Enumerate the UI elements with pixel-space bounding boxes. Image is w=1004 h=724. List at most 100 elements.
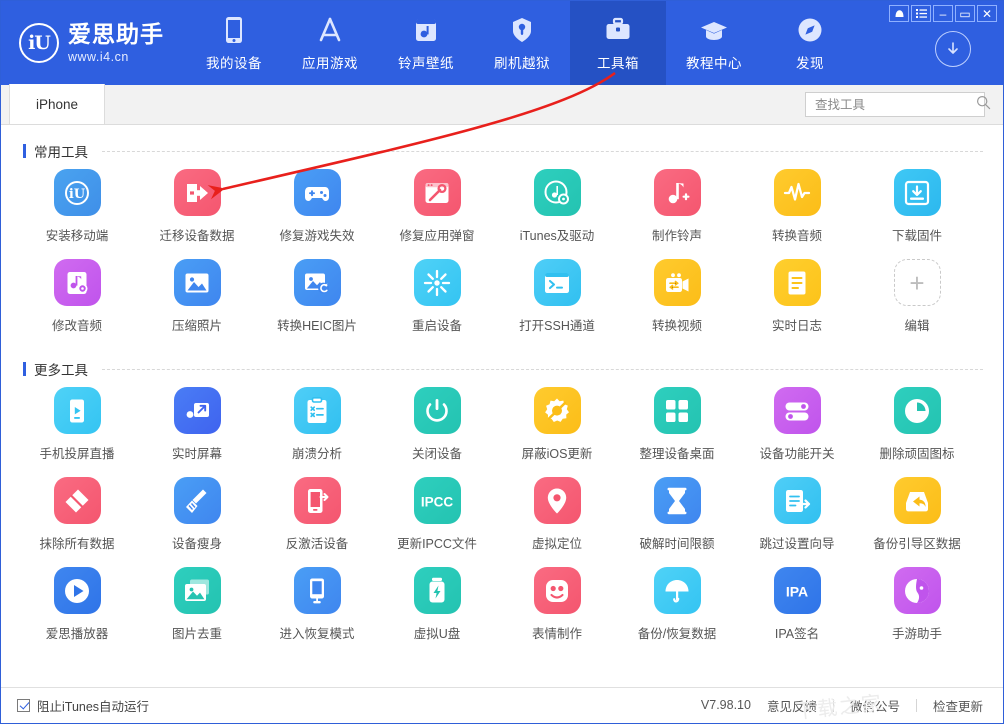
tool-item[interactable]: 破解时间限额 bbox=[617, 471, 737, 561]
tool-label: 表情制作 bbox=[531, 627, 582, 641]
check-update-link[interactable]: 检查更新 bbox=[933, 696, 983, 715]
tool-item[interactable]: iU 安装移动端 bbox=[17, 163, 137, 253]
tool-item[interactable]: 备份/恢复数据 bbox=[617, 561, 737, 651]
clock-icon bbox=[893, 387, 941, 434]
watermark: 下载之家 bbox=[794, 690, 885, 724]
checkbox-label: 阻止iTunes自动运行 bbox=[37, 699, 150, 714]
tool-label: 实时日志 bbox=[771, 319, 822, 333]
svg-text:IPA: IPA bbox=[786, 583, 808, 599]
tool-item[interactable]: 实时屏幕 bbox=[137, 381, 257, 471]
tool-item[interactable]: 修复游戏失效 bbox=[257, 163, 377, 253]
tool-item[interactable]: 备份引导区数据 bbox=[857, 471, 977, 561]
nav-item-tutorial-center[interactable]: 教程中心 bbox=[666, 1, 762, 85]
screen-cast-icon bbox=[53, 387, 101, 434]
tool-item[interactable]: 图片去重 bbox=[137, 561, 257, 651]
block-gear-icon bbox=[533, 387, 581, 434]
toolbox-icon bbox=[604, 15, 632, 45]
tool-label: 手游助手 bbox=[891, 627, 942, 641]
skip-setup-icon bbox=[773, 477, 821, 524]
tool-item[interactable]: 屏蔽iOS更新 bbox=[497, 381, 617, 471]
firmware-download-icon bbox=[893, 169, 941, 216]
tool-item[interactable]: 删除顽固图标 bbox=[857, 381, 977, 471]
nav-item-apps-games[interactable]: 应用游戏 bbox=[282, 1, 378, 85]
app-header: iU 爱思助手 www.i4.cn 我的设备 应用游戏 铃声壁纸 刷机越狱 工具… bbox=[1, 1, 1003, 85]
tool-item[interactable]: IPA IPA签名 bbox=[737, 561, 857, 651]
tool-item[interactable]: 崩溃分析 bbox=[257, 381, 377, 471]
tool-item[interactable]: 进入恢复模式 bbox=[257, 561, 377, 651]
tool-item[interactable]: 手机投屏直播 bbox=[17, 381, 137, 471]
usb-drive-icon bbox=[413, 567, 461, 614]
search-box[interactable] bbox=[805, 92, 991, 117]
location-pin-icon bbox=[533, 477, 581, 524]
tool-item[interactable]: 修改音频 bbox=[17, 253, 137, 343]
brand-logo-area: iU 爱思助手 www.i4.cn bbox=[1, 1, 186, 85]
nav-item-toolbox[interactable]: 工具箱 bbox=[570, 1, 666, 85]
svg-text:iU: iU bbox=[69, 187, 86, 202]
section-accent-bar bbox=[23, 144, 26, 158]
nav-item-discover[interactable]: 发现 bbox=[762, 1, 858, 85]
i4-logo-icon: iU bbox=[19, 23, 59, 63]
tool-item[interactable]: 表情制作 bbox=[497, 561, 617, 651]
search-input[interactable] bbox=[815, 97, 976, 112]
tool-item[interactable]: + 编辑 bbox=[857, 253, 977, 343]
tool-item[interactable]: 反激活设备 bbox=[257, 471, 377, 561]
version-label: V7.98.10 bbox=[700, 698, 751, 712]
checkbox-box[interactable] bbox=[17, 698, 30, 712]
tool-item[interactable]: IPCC 更新IPCC文件 bbox=[377, 471, 497, 561]
search-icon[interactable] bbox=[976, 95, 991, 115]
tool-item[interactable]: 整理设备桌面 bbox=[617, 381, 737, 471]
hourglass-icon bbox=[653, 477, 701, 524]
tool-grid-common: iU 安装移动端 迁移设备数据 修复游戏失效 修复应用弹窗 iTunes及驱动 制作铃声 转换… bbox=[17, 163, 987, 343]
tool-item[interactable]: 跳过设置向导 bbox=[737, 471, 857, 561]
tool-item[interactable]: 转换HEIC图片 bbox=[257, 253, 377, 343]
tool-item[interactable]: 手游助手 bbox=[857, 561, 977, 651]
tool-item[interactable]: 转换音频 bbox=[737, 163, 857, 253]
tool-item[interactable]: 爱思播放器 bbox=[17, 561, 137, 651]
tool-item[interactable]: 迁移设备数据 bbox=[137, 163, 257, 253]
tool-item[interactable]: 打开SSH通道 bbox=[497, 253, 617, 343]
maximize-button[interactable]: ▭ bbox=[955, 5, 975, 22]
tool-item[interactable]: 下载固件 bbox=[857, 163, 977, 253]
close-button[interactable]: ✕ bbox=[977, 5, 997, 22]
tool-item[interactable]: 设备功能开关 bbox=[737, 381, 857, 471]
tool-item[interactable]: 虚拟定位 bbox=[497, 471, 617, 561]
minimize-button[interactable]: – bbox=[933, 5, 953, 22]
tab-strip: iPhone bbox=[1, 84, 1003, 125]
nav-label: 我的设备 bbox=[206, 55, 262, 71]
tool-item[interactable]: 关闭设备 bbox=[377, 381, 497, 471]
tool-item[interactable]: 抹除所有数据 bbox=[17, 471, 137, 561]
brand-url: www.i4.cn bbox=[68, 49, 129, 64]
tool-label: 修复游戏失效 bbox=[279, 229, 355, 243]
menu-icon[interactable] bbox=[911, 5, 931, 22]
nav-item-my-device[interactable]: 我的设备 bbox=[186, 1, 282, 85]
block-itunes-checkbox[interactable]: 阻止iTunes自动运行 bbox=[17, 696, 149, 715]
ipcc-text-icon: IPCC bbox=[413, 477, 461, 524]
nav-item-ringtone-wallpaper[interactable]: 铃声壁纸 bbox=[378, 1, 474, 85]
tool-grid-more: 手机投屏直播 实时屏幕 崩溃分析 关闭设备 屏蔽iOS更新 整理设备桌面 设备功能开关 删除顽… bbox=[17, 381, 987, 651]
download-arrow-icon[interactable] bbox=[935, 31, 971, 67]
eraser-icon bbox=[53, 477, 101, 524]
nav-label: 教程中心 bbox=[686, 55, 742, 71]
tool-item[interactable]: 转换视频 bbox=[617, 253, 737, 343]
tab-iphone[interactable]: iPhone bbox=[9, 84, 106, 124]
ringtone-icon bbox=[413, 15, 439, 45]
tool-label: 实时屏幕 bbox=[171, 447, 222, 461]
section-header-common-tools: 常用工具 bbox=[17, 125, 987, 163]
tool-item[interactable]: 重启设备 bbox=[377, 253, 497, 343]
skin-icon[interactable] bbox=[889, 5, 909, 22]
window-controls: – ▭ ✕ bbox=[889, 5, 997, 22]
nav-item-flash-jailbreak[interactable]: 刷机越狱 bbox=[474, 1, 570, 85]
tool-item[interactable]: 制作铃声 bbox=[617, 163, 737, 253]
clipboard-x-icon bbox=[293, 387, 341, 434]
tool-item[interactable]: 设备瘦身 bbox=[137, 471, 257, 561]
tool-label: 转换视频 bbox=[651, 319, 702, 333]
tool-item[interactable]: iTunes及驱动 bbox=[497, 163, 617, 253]
app-window: iU 爱思助手 www.i4.cn 我的设备 应用游戏 铃声壁纸 刷机越狱 工具… bbox=[0, 0, 1004, 724]
tool-item[interactable]: 修复应用弹窗 bbox=[377, 163, 497, 253]
grid-squares-icon bbox=[653, 387, 701, 434]
umbrella-icon bbox=[653, 567, 701, 614]
tool-item[interactable]: 虚拟U盘 bbox=[377, 561, 497, 651]
tool-item[interactable]: 实时日志 bbox=[737, 253, 857, 343]
tool-item[interactable]: 压缩照片 bbox=[137, 253, 257, 343]
document-lines-icon bbox=[773, 259, 821, 306]
